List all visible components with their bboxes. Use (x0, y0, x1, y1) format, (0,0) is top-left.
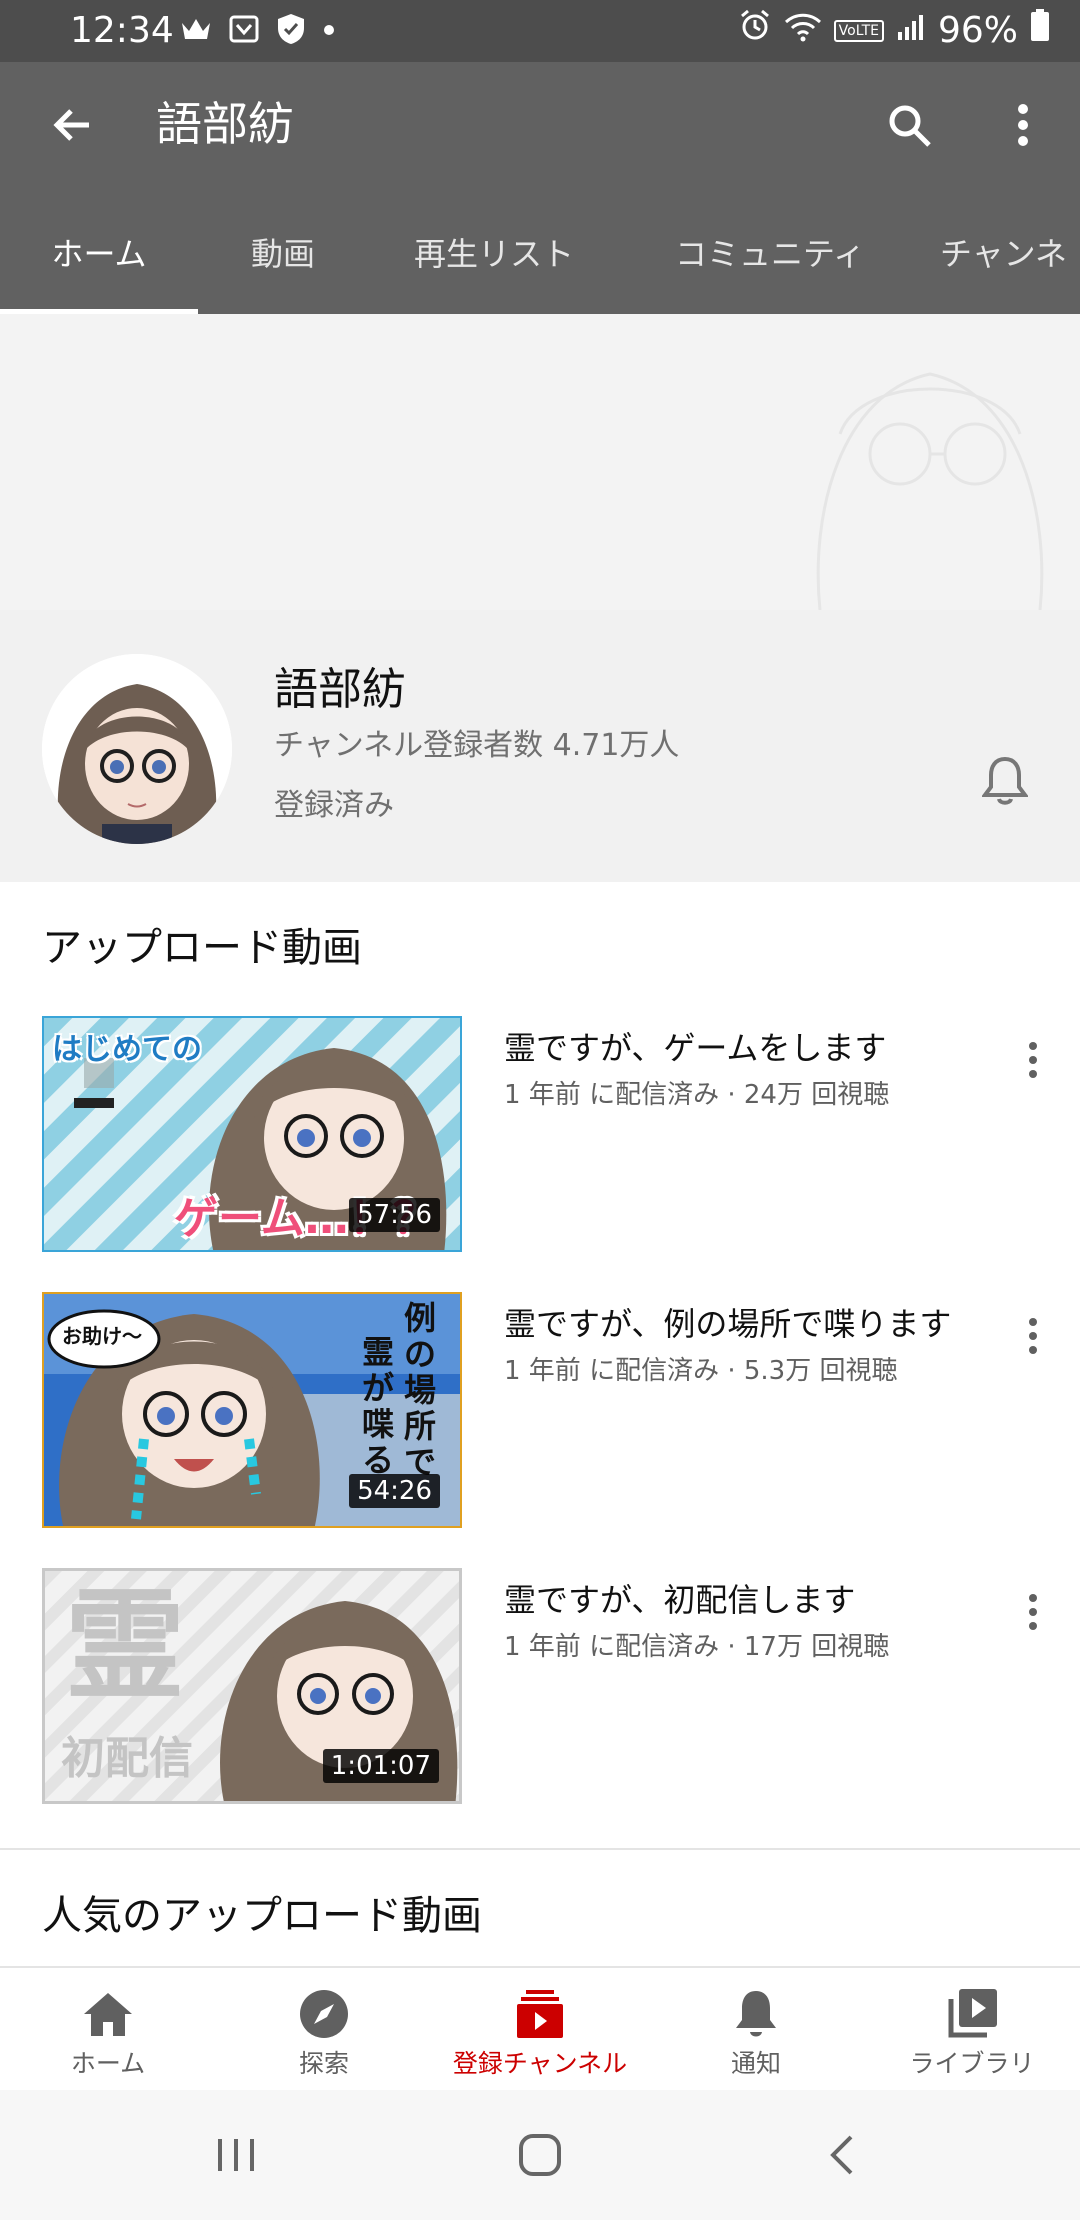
video-title[interactable]: 霊ですが、初配信します (504, 1578, 855, 1622)
search-icon (889, 105, 931, 147)
compass-icon (296, 1986, 352, 2042)
video-meta: 1 年前 に配信済み · 5.3万 回視聴 (504, 1356, 898, 1386)
alarm-icon (738, 8, 772, 54)
video-thumbnail[interactable]: お助け～ 例の場所で 霊が喋る 54:26 (42, 1292, 462, 1528)
nav-library[interactable]: ライブラリ (864, 1968, 1080, 2092)
more-vert-icon (1029, 1594, 1037, 1630)
more-vert-icon (1018, 104, 1028, 146)
nav-label: ライブラリ (909, 2049, 1035, 2078)
shield-icon (276, 12, 306, 50)
status-icons-right: VoLTE 96% (738, 8, 1050, 54)
video-duration: 57:56 (349, 1198, 440, 1232)
video-duration: 1:01:07 (322, 1749, 439, 1783)
bell-icon (728, 1986, 784, 2042)
tab-home[interactable]: ホーム (0, 190, 198, 314)
thumb-big-char: 霊 (65, 1577, 185, 1716)
wifi-icon (784, 8, 822, 54)
nav-explore[interactable]: 探索 (216, 1968, 432, 2092)
video-more-button[interactable] (1010, 1030, 1056, 1090)
more-vert-icon (1029, 1042, 1037, 1078)
bottom-navigation: ホーム 探索 登録チャンネル 通知 ライブラリ (0, 1966, 1080, 2090)
app-bar: 語部紡 (0, 62, 1080, 190)
video-thumbnail[interactable]: はじめての ゲーム…！？ 57:56 (42, 1016, 462, 1252)
back-chevron-icon (830, 2135, 853, 2175)
signal-icon (896, 8, 926, 54)
status-bar: 12:34 VoLTE 96% (0, 0, 1080, 62)
section-divider (0, 1848, 1080, 1850)
channel-tabs: ホーム 動画 再生リスト コミュニティ チャンネ (0, 190, 1080, 314)
nav-label: 探索 (298, 2049, 349, 2078)
subscription-status[interactable]: 登録済み (274, 784, 394, 828)
app-title: 語部紡 (156, 97, 294, 151)
system-back-button[interactable] (802, 2120, 882, 2190)
bell-icon (982, 756, 1028, 805)
video-more-button[interactable] (1010, 1306, 1056, 1366)
notification-bell-button[interactable] (970, 746, 1040, 816)
dot-icon (322, 22, 336, 41)
video-more-button[interactable] (1010, 1582, 1056, 1642)
video-item[interactable]: はじめての ゲーム…！？ 57:56 霊ですが、ゲームをします 1 年前 に配信… (0, 1016, 1080, 1252)
subscriptions-icon (512, 1986, 568, 2042)
volte-icon: VoLTE (833, 20, 884, 42)
tab-channels[interactable]: チャンネ (940, 190, 1080, 314)
nav-subscriptions[interactable]: 登録チャンネル (432, 1968, 648, 2092)
battery-icon (1030, 8, 1050, 54)
video-meta: 1 年前 に配信済み · 24万 回視聴 (504, 1080, 890, 1110)
thumb-vertical-text: 霊が喋る (362, 1333, 395, 1479)
tab-videos[interactable]: 動画 (198, 190, 368, 314)
recents-icon (218, 2139, 254, 2171)
more-options-button[interactable] (990, 92, 1056, 158)
nav-label: 登録チャンネル (452, 2049, 628, 2078)
home-circle-icon (519, 2134, 561, 2176)
banner-art (816, 372, 1044, 610)
nav-label: 通知 (730, 2049, 781, 2078)
video-item[interactable]: お助け～ 例の場所で 霊が喋る 54:26 霊ですが、例の場所で喋ります 1 年… (0, 1292, 1080, 1528)
tab-community[interactable]: コミュニティ (640, 190, 900, 314)
recents-button[interactable] (196, 2120, 276, 2190)
channel-name: 語部紡 (274, 664, 406, 715)
more-vert-icon (1029, 1318, 1037, 1354)
thumb-text: はじめての (52, 1032, 202, 1067)
nav-home[interactable]: ホーム (0, 1968, 216, 2092)
subscriber-count: チャンネル登録者数 4.71万人 (274, 728, 680, 763)
home-icon (80, 1986, 136, 2042)
video-meta: 1 年前 に配信済み · 17万 回視聴 (504, 1632, 890, 1662)
video-thumbnail[interactable]: 霊 初配信 1:01:07 (42, 1568, 462, 1804)
thumb-sub-text: 初配信 (61, 1733, 193, 1784)
thumb-vertical-text: 例の場所で (404, 1299, 437, 1481)
status-time: 12:34 (70, 10, 174, 51)
nav-label: ホーム (70, 2049, 146, 2078)
thumb-bubble-text: お助け～ (62, 1324, 142, 1348)
back-button[interactable] (40, 92, 106, 158)
system-home-button[interactable] (500, 2120, 580, 2190)
battery-percent: 96% (937, 10, 1018, 51)
uploads-section-title: アップロード動画 (42, 925, 362, 971)
channel-banner (0, 314, 1080, 610)
video-title[interactable]: 霊ですが、ゲームをします (504, 1026, 886, 1070)
tab-playlists[interactable]: 再生リスト (368, 190, 620, 314)
library-icon (944, 1986, 1000, 2042)
video-duration: 54:26 (349, 1474, 440, 1508)
status-icons-left (180, 12, 336, 50)
system-navigation-bar (0, 2090, 1080, 2220)
back-arrow-icon (53, 109, 89, 141)
channel-avatar[interactable] (42, 654, 232, 844)
nav-notifications[interactable]: 通知 (648, 1968, 864, 2092)
popular-section-title: 人気のアップロード動画 (42, 1893, 482, 1939)
cast-icon (228, 13, 260, 49)
crown-icon (180, 15, 212, 47)
video-title[interactable]: 霊ですが、例の場所で喋ります (504, 1302, 951, 1346)
video-item[interactable]: 霊 初配信 1:01:07 霊ですが、初配信します 1 年前 に配信済み · 1… (0, 1568, 1080, 1804)
search-button[interactable] (876, 92, 942, 158)
channel-header: 語部紡 チャンネル登録者数 4.71万人 登録済み (0, 610, 1080, 882)
